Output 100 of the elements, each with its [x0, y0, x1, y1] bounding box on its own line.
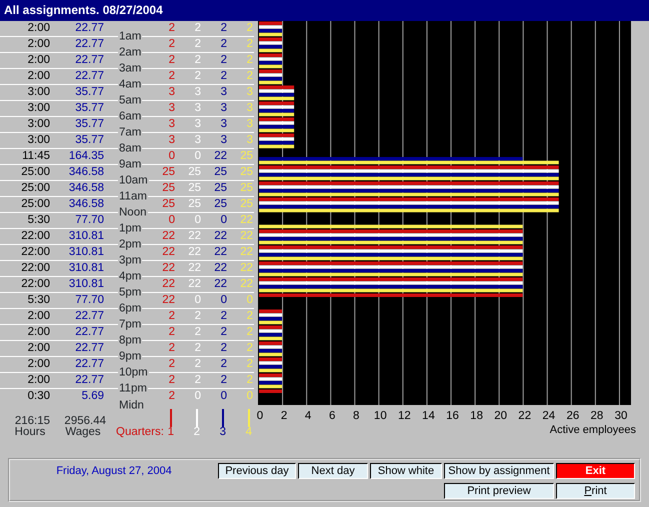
wages-cell-text: 346.58	[68, 198, 105, 210]
toolbar-button[interactable]: Print preview	[444, 482, 554, 498]
wages-cell-text: 35.77	[74, 102, 105, 114]
hours-cell-text: 2:00	[26, 38, 50, 50]
quarter-count: 3	[246, 86, 254, 98]
hours-cell-text: 2:00	[26, 70, 50, 82]
quarter-count: 25	[239, 150, 254, 162]
hour-label: 8pm	[118, 334, 142, 346]
quarter-count: 22	[213, 230, 228, 242]
hour-label: 7am	[118, 126, 142, 138]
quarter-count: 3	[168, 134, 176, 146]
quarter-count: 25	[161, 198, 176, 210]
wages-cell-text: 346.58	[68, 182, 105, 194]
quarter-count: 2	[220, 54, 228, 66]
quarter-count: 25	[239, 198, 254, 210]
hour-label: 3am	[118, 62, 142, 74]
toolbar-button[interactable]: Print	[556, 482, 635, 498]
hours-cell-text: 2:00	[26, 310, 50, 322]
quarter-count: 25	[239, 166, 254, 178]
quarter-count: 2	[194, 374, 202, 386]
hour-label: 10pm	[118, 366, 149, 378]
hours-cell-text: 2:00	[26, 326, 50, 338]
quarter-count: 2	[220, 38, 228, 50]
exit-button[interactable]: Exit	[556, 463, 635, 479]
quarter-count: 22	[239, 214, 254, 226]
axis-tick-label: 16	[446, 410, 459, 422]
quarter-count: 3	[194, 134, 202, 146]
quarter-count: 2	[194, 54, 202, 66]
hour-label: 2am	[118, 46, 142, 58]
wages-cell-text: 310.81	[68, 230, 105, 242]
wages-cell-text: 22.77	[74, 22, 105, 34]
hours-cell-text: 0:30	[26, 391, 50, 403]
hours-cell-text: 22:00	[20, 246, 50, 258]
quarter-count: 22	[239, 246, 254, 258]
wages-cell-text: 164.35	[68, 150, 105, 162]
toolbar-button[interactable]: Next day	[298, 463, 368, 479]
axis-title: Active employees	[550, 424, 636, 436]
quarter-count: 2	[246, 54, 254, 66]
quarter-count: 2	[246, 374, 254, 386]
quarter-count: 2	[246, 358, 254, 370]
axis-tick-label: 2	[280, 410, 288, 422]
quarter-count: 2	[220, 374, 228, 386]
quarter-count: 0	[246, 391, 254, 403]
toolbar-button[interactable]: Show by assignment	[444, 463, 554, 479]
axis-tick-label: 10	[374, 410, 387, 422]
quarter-count: 25	[213, 198, 228, 210]
wages-cell-text: 22.77	[74, 342, 105, 354]
quarter-count: 3	[246, 134, 254, 146]
hours-cell-text: 5:30	[26, 294, 50, 306]
quarter-count: 25	[161, 182, 176, 194]
wages-cell-text: 310.81	[68, 246, 105, 258]
wages-cell-text: 5.69	[80, 391, 105, 403]
quarter-number: 4	[246, 427, 253, 438]
wages-cell-text: 35.77	[74, 134, 105, 146]
wages-cell-text: 22.77	[74, 70, 105, 82]
quarter-count: 2	[194, 326, 202, 338]
quarter-count: 3	[220, 118, 228, 130]
toolbar-button[interactable]: Previous day	[218, 463, 296, 479]
quarter-count: 3	[246, 102, 254, 114]
quarter-marker	[170, 409, 172, 427]
hours-label: Hours	[14, 427, 46, 438]
hours-cell-text: 2:00	[26, 358, 50, 370]
quarter-count: 2	[168, 54, 176, 66]
quarter-count: 22	[161, 262, 176, 274]
hours-cell-text: 22:00	[20, 262, 50, 274]
hour-label: 4am	[118, 78, 142, 90]
hours-cell-text: 3:00	[26, 118, 50, 130]
quarter-count: 0	[194, 214, 202, 226]
quarter-count: 2	[246, 22, 254, 34]
quarter-count: 2	[168, 326, 176, 338]
quarter-count: 2	[168, 374, 176, 386]
wages-cell-text: 22.77	[74, 310, 105, 322]
wages-cell-text: 22.77	[74, 54, 105, 66]
quarter-count: 25	[187, 182, 202, 194]
quarter-count: 3	[194, 86, 202, 98]
quarter-count: 2	[220, 22, 228, 34]
quarter-count: 2	[220, 342, 228, 354]
quarter-count: 2	[194, 70, 202, 82]
hour-label: 9am	[118, 158, 142, 170]
quarter-count: 2	[194, 358, 202, 370]
quarter-count: 22	[213, 262, 228, 274]
quarter-count: 22	[161, 246, 176, 258]
quarter-count: 2	[194, 38, 202, 50]
hour-label: 3pm	[118, 254, 142, 266]
quarter-count: 2	[246, 310, 254, 322]
axis-tick-label: 8	[353, 410, 360, 422]
quarter-count: 22	[187, 246, 202, 258]
hours-cell-text: 22:00	[20, 278, 50, 290]
wages-cell-text: 77.70	[74, 294, 105, 306]
quarter-count: 25	[187, 166, 202, 178]
quarter-number: 3	[220, 427, 227, 438]
quarter-count: 22	[213, 246, 228, 258]
quarter-count: 0	[194, 391, 202, 403]
toolbar-button[interactable]: Show white	[370, 463, 442, 479]
axis-tick-label: 28	[590, 410, 604, 422]
quarter-marker	[248, 409, 250, 427]
quarter-count: 0	[220, 391, 228, 403]
quarter-count: 2	[246, 342, 254, 354]
hour-label: 5am	[118, 94, 142, 106]
quarter-count: 3	[220, 102, 228, 114]
